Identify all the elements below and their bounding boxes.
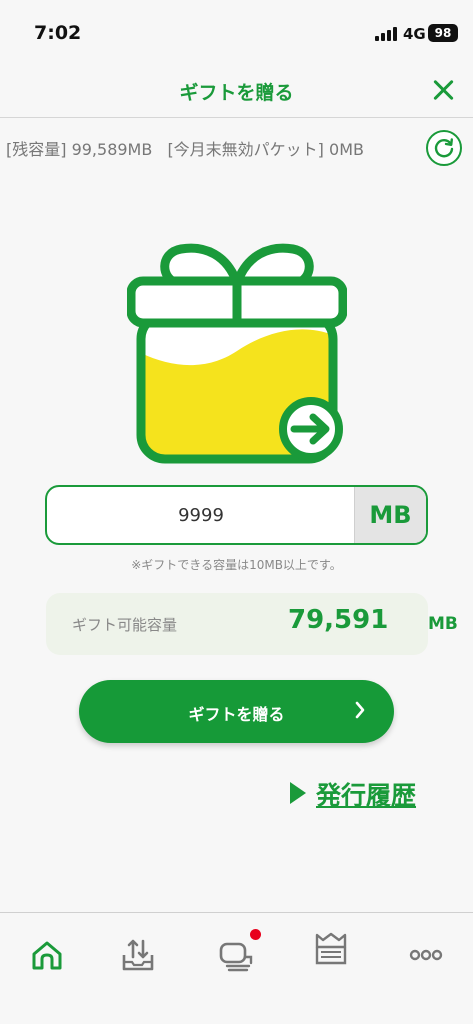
send-gift-label: ギフトを贈る	[188, 705, 285, 724]
issue-history-label: 発行履歴	[316, 781, 417, 810]
network-type: 4G	[403, 25, 426, 43]
chevron-right-icon	[355, 701, 365, 719]
battery-icon: 98	[428, 24, 458, 42]
refresh-icon	[434, 138, 454, 158]
giftable-value: 79,591	[288, 605, 389, 635]
giftable-unit: MB	[428, 614, 458, 634]
amount-field: MB	[45, 485, 428, 545]
page-title: ギフトを贈る	[179, 82, 294, 104]
upload-tray-icon[interactable]	[118, 935, 158, 975]
status-bar: 7:02 4G 98	[0, 0, 473, 64]
card-stack-icon[interactable]	[215, 935, 255, 975]
home-icon[interactable]	[27, 935, 67, 975]
close-icon[interactable]	[430, 77, 456, 103]
remaining-capacity: [残容量] 99,589MB	[6, 140, 153, 159]
capacity-info: [残容量] 99,589MB [今月末無効パケット] 0MB	[6, 136, 374, 160]
send-gift-button[interactable]: ギフトを贈る	[79, 680, 394, 743]
amount-input[interactable]	[47, 487, 355, 543]
gift-box-icon	[127, 243, 347, 464]
giftable-label: ギフト可能容量	[72, 616, 178, 634]
screen: 7:02 4G 98 ギフトを贈る [残容量] 99,589MB [今月末無効パ…	[0, 0, 473, 1024]
refresh-button[interactable]	[426, 130, 462, 166]
expiring-packets: [今月末無効パケット] 0MB	[167, 140, 364, 159]
status-time: 7:02	[34, 22, 82, 44]
amount-note: ※ギフトできる容量は10MB以上です。	[131, 558, 342, 572]
notification-badge	[250, 929, 261, 940]
more-icon[interactable]	[406, 935, 446, 975]
signal-icon	[375, 27, 397, 41]
crown-icon[interactable]	[311, 929, 351, 969]
giftable-capacity-panel: ギフト可能容量 79,591 MB	[46, 593, 458, 655]
play-triangle-icon	[290, 782, 306, 804]
header: ギフトを贈る	[0, 64, 473, 118]
bottom-nav	[0, 912, 473, 1024]
amount-unit: MB	[354, 487, 426, 543]
